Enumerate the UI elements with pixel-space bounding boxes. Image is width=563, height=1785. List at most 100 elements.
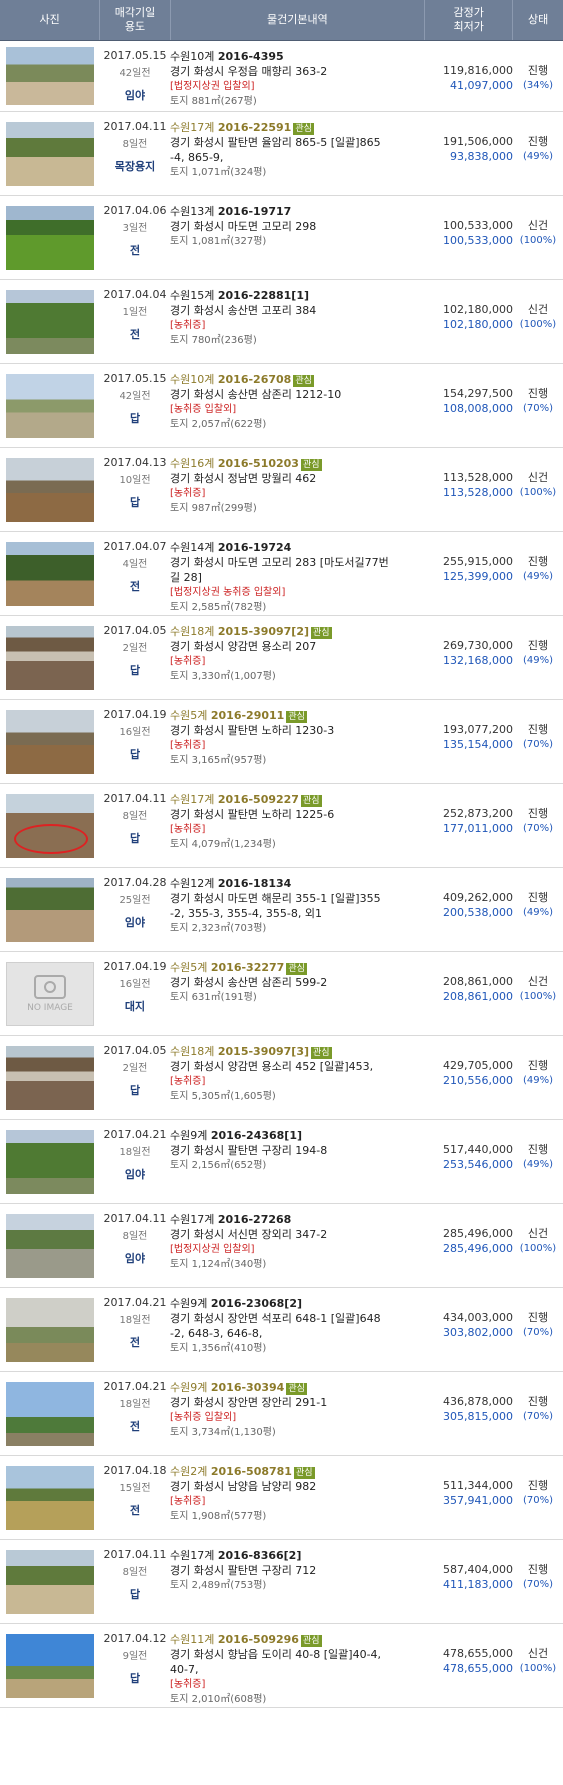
property-photo[interactable] [6,1381,94,1446]
list-item[interactable]: 2017.05.15 42일전 임야 수원10계 2016-4395 경기 화성시 우정… [0,41,563,112]
case-number[interactable]: 2016-27268 [218,1213,291,1226]
court-name: 수원5계 [170,709,211,722]
property-photo[interactable] [6,47,94,105]
case-number[interactable]: 2016-8366[2] [218,1549,302,1562]
appraisal-price: 434,003,000 [443,1311,513,1324]
case-number-link[interactable]: 수원10계 2016-4395 [170,49,425,64]
property-photo[interactable] [6,1633,94,1698]
property-photo[interactable] [6,709,94,774]
info-cell: 수원5계 2016-32277 관심 경기 화성시 송산면 삼존리 599-2 토지 … [170,952,425,1035]
property-photo[interactable] [6,877,94,942]
info-cell: 수원9계 2016-23068[2] 경기 화성시 장안면 석포리 648-1 [… [170,1288,425,1371]
case-number-link[interactable]: 수원17계 2016-8366[2] [170,1548,425,1563]
case-number[interactable]: 2016-19724 [218,541,291,554]
list-item[interactable]: 2017.04.21 18일전 전 수원9계 2016-23068[2] 경기 화성시 … [0,1288,563,1372]
case-number-link[interactable]: 수원18계 2015-39097[2] 관심 [170,624,425,639]
case-number-link[interactable]: 수원5계 2016-32277 관심 [170,960,425,975]
case-number[interactable]: 2016-30394 [211,1381,284,1394]
case-number-link[interactable]: 수원2계 2016-508781 관심 [170,1464,425,1479]
case-number[interactable]: 2016-24368[1] [211,1129,302,1142]
property-photo[interactable] [6,541,94,606]
list-item[interactable]: 2017.04.11 8일전 답 수원17계 2016-8366[2] 경기 화성시 팔… [0,1540,563,1624]
case-number[interactable]: 2016-19717 [218,205,291,218]
property-photo[interactable] [6,1297,94,1362]
list-item[interactable]: 2017.04.05 2일전 답 수원18계 2015-39097[3] 관심 경기 화성… [0,1036,563,1120]
list-item[interactable]: 2017.04.18 15일전 전 수원2계 2016-508781 관심 경기 화성시 … [0,1456,563,1540]
property-photo[interactable] [6,625,94,690]
case-number-link[interactable]: 수원11계 2016-509296 관심 [170,1632,425,1647]
photo-cell [0,280,100,363]
case-number[interactable]: 2016-509296 [218,1633,299,1646]
list-item[interactable]: 2017.04.12 9일전 답 수원11계 2016-509296 관심 경기 화성시 … [0,1624,563,1708]
land-area: 토지 1,908㎡(577평) [170,1511,267,1522]
list-item[interactable]: 2017.05.15 42일전 답 수원10계 2016-26708 관심 경기 화성시 … [0,364,563,448]
case-number-link[interactable]: 수원13계 2016-19717 [170,204,425,219]
list-item[interactable]: 2017.04.28 25일전 임야 수원12계 2016-18134 경기 화성시 마… [0,868,563,952]
case-number-link[interactable]: 수원9계 2016-23068[2] [170,1296,425,1311]
land-use: 답 [129,496,141,509]
case-number-link[interactable]: 수원5계 2016-29011 관심 [170,708,425,723]
case-number[interactable]: 2016-508781 [211,1465,292,1478]
list-item[interactable]: 2017.04.07 4일전 전 수원14계 2016-19724 경기 화성시 마도면… [0,532,563,616]
court-name: 수원17계 [170,121,218,134]
list-item[interactable]: 2017.04.19 16일전 답 수원5계 2016-29011 관심 경기 화성시 팔… [0,700,563,784]
property-photo[interactable] [6,1129,94,1194]
case-number-link[interactable]: 수원12계 2016-18134 [170,876,425,891]
list-item[interactable]: 2017.04.11 8일전 목장용지 수원17계 2016-22591 관심 경기 화성… [0,112,563,196]
case-number-link[interactable]: 수원16계 2016-510203 관심 [170,456,425,471]
land-area: 토지 1,081㎡(327평) [170,236,267,247]
list-item[interactable]: 2017.04.21 18일전 전 수원9계 2016-30394 관심 경기 화성시 장… [0,1372,563,1456]
list-item[interactable]: 2017.04.06 3일전 전 수원13계 2016-19717 경기 화성시 마도면… [0,196,563,280]
case-number[interactable]: 2016-26708 [218,373,291,386]
list-item[interactable]: 2017.04.21 18일전 임야 수원9계 2016-24368[1] 경기 화성시… [0,1120,563,1204]
property-photo[interactable] [6,1465,94,1530]
property-photo[interactable] [6,205,94,270]
property-photo[interactable] [6,1045,94,1110]
case-number[interactable]: 2016-23068[2] [211,1297,302,1310]
case-number[interactable]: 2016-509227 [218,793,299,806]
minimum-percent: (100%) [519,1663,557,1674]
list-item[interactable]: 2017.04.11 8일전 임야 수원17계 2016-27268 경기 화성시 서신… [0,1204,563,1288]
list-item[interactable]: 2017.04.11 8일전 답 수원17계 2016-509227 관심 경기 화성시 … [0,784,563,868]
photo-cell [0,1456,100,1539]
property-photo[interactable] [6,1549,94,1614]
court-name: 수원13계 [170,205,218,218]
minimum-price: 478,655,000 [443,1662,513,1675]
minimum-price: 135,154,000 [443,738,513,751]
case-number[interactable]: 2016-510203 [218,457,299,470]
property-photo[interactable] [6,289,94,354]
case-number[interactable]: 2016-4395 [218,50,284,63]
address: 경기 화성시 팔탄면 노하리 1230-3 [170,724,335,737]
case-number[interactable]: 2016-32277 [211,961,284,974]
case-number-link[interactable]: 수원17계 2016-22591 관심 [170,120,425,135]
property-photo[interactable] [6,1213,94,1278]
price-cell: 434,003,000 303,802,000 [425,1288,513,1371]
case-number[interactable]: 2016-22591 [218,121,291,134]
sale-date: 2017.05.15 [103,49,167,62]
case-number-link[interactable]: 수원15계 2016-22881[1] [170,288,425,303]
case-number-link[interactable]: 수원10계 2016-26708 관심 [170,372,425,387]
list-item[interactable]: 2017.04.13 10일전 답 수원16계 2016-510203 관심 경기 화성시… [0,448,563,532]
case-number[interactable]: 2015-39097[2] [218,625,309,638]
case-number-link[interactable]: 수원18계 2015-39097[3] 관심 [170,1044,425,1059]
list-item[interactable]: NO IMAGE 2017.04.19 16일전 대지 수원5계 2016-32277 관… [0,952,563,1036]
list-item[interactable]: 2017.04.04 1일전 전 수원15계 2016-22881[1] 경기 화성시 … [0,280,563,364]
minimum-percent: (49%) [522,1075,554,1086]
case-number-link[interactable]: 수원14계 2016-19724 [170,540,425,555]
list-item[interactable]: 2017.04.05 2일전 답 수원18계 2015-39097[2] 관심 경기 화성… [0,616,563,700]
case-number[interactable]: 2016-22881[1] [218,289,309,302]
case-number-link[interactable]: 수원9계 2016-30394 관심 [170,1380,425,1395]
case-number[interactable]: 2016-18134 [218,877,291,890]
property-photo[interactable] [6,373,94,438]
case-number[interactable]: 2016-29011 [211,709,284,722]
property-photo[interactable] [6,121,94,186]
case-number[interactable]: 2015-39097[3] [218,1045,309,1058]
status-cell: 진행 (34%) [513,41,563,111]
property-photo[interactable] [6,457,94,522]
case-number-link[interactable]: 수원17계 2016-27268 [170,1212,425,1227]
no-image-placeholder[interactable]: NO IMAGE [6,961,94,1026]
property-photo[interactable] [6,793,94,858]
case-number-link[interactable]: 수원17계 2016-509227 관심 [170,792,425,807]
appraisal-price: 511,344,000 [443,1479,513,1492]
case-number-link[interactable]: 수원9계 2016-24368[1] [170,1128,425,1143]
